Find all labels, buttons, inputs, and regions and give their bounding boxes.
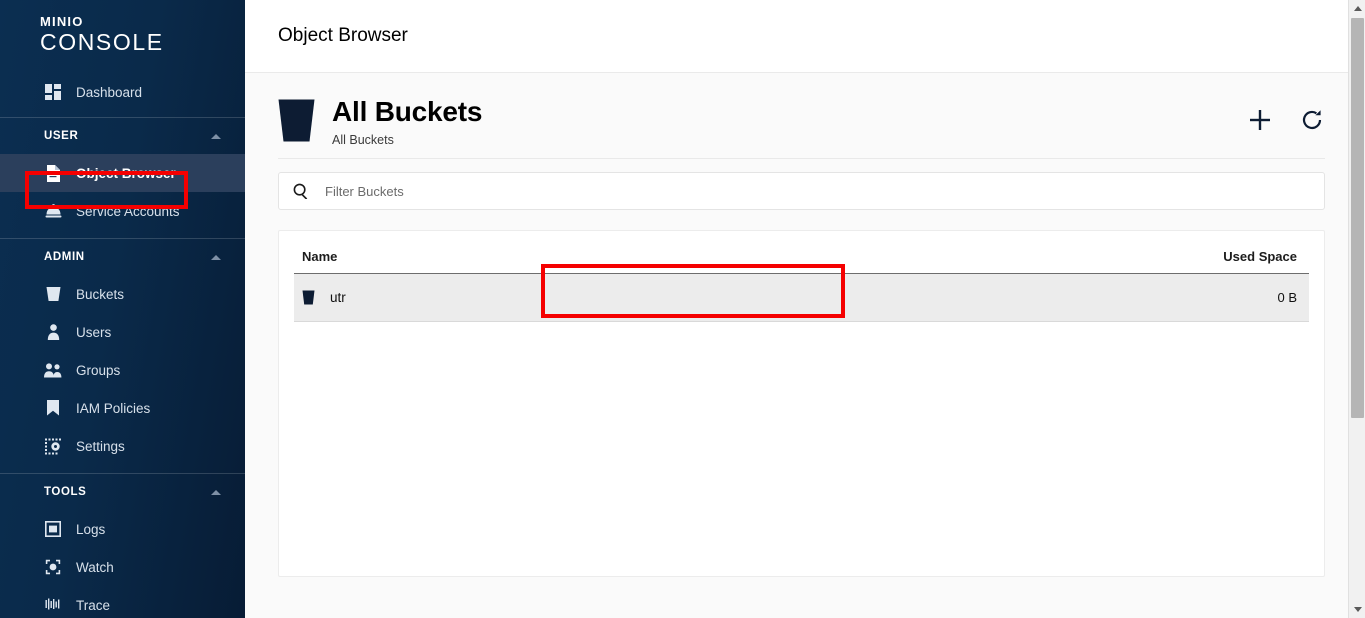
sidebar-item-logs[interactable]: Logs [0,510,245,548]
user-icon [44,323,62,341]
top-header-bar: Object Browser [245,0,1365,73]
sidebar-item-service-accounts[interactable]: Service Accounts [0,192,245,230]
sidebar-section-title: ADMIN [44,251,85,263]
sidebar-section-admin: ADMIN Buckets Users Groups IAM Policies … [0,239,245,473]
sidebar-item-label: Buckets [76,286,125,302]
sidebar-section-user: USER Object Browser Service Accounts [0,118,245,238]
buckets-table: Name Used Space utr 0 B [294,231,1309,322]
scroll-down-button[interactable] [1349,601,1365,618]
column-header-used-space[interactable]: Used Space [801,231,1309,274]
bookmark-icon [44,399,62,417]
bucket-icon [44,285,62,303]
groups-icon [44,361,62,379]
search-icon [293,183,309,199]
main-content: Object Browser All Buckets All Buckets F… [245,0,1365,618]
sidebar-item-groups[interactable]: Groups [0,351,245,389]
sidebar: MINIO CONSOLE Dashboard USER Object Brow… [0,0,245,618]
sidebar-section-header-tools[interactable]: TOOLS [0,474,245,510]
sidebar-item-dashboard[interactable]: Dashboard [0,73,245,111]
watch-target-icon [44,558,62,576]
plus-icon [1250,110,1270,130]
cell-used-space: 0 B [801,273,1309,322]
table-header: Name Used Space [294,231,1309,274]
search-input[interactable] [325,183,1310,199]
sidebar-item-label: Groups [76,362,121,378]
vertical-scrollbar[interactable] [1348,0,1365,618]
logo-minio-text: MINIO [40,14,84,29]
sidebar-item-label: Object Browser [76,165,176,181]
table-header-row: Name Used Space [294,231,1309,274]
all-buckets-title: All Buckets [332,96,483,127]
scroll-up-button[interactable] [1349,0,1365,17]
sidebar-item-label: Logs [76,521,106,537]
header-divider [278,158,1325,159]
page-header-text: All Buckets All Buckets [332,95,1247,147]
bucket-name-label: utr [330,290,346,305]
table-row[interactable]: utr 0 B [294,273,1309,322]
scrollbar-thumb[interactable] [1351,18,1364,418]
bucket-icon [278,99,315,142]
table-body: utr 0 B [294,273,1309,322]
sidebar-item-settings[interactable]: Settings [0,427,245,465]
sidebar-section-title: USER [44,130,79,142]
sidebar-item-watch[interactable]: Watch [0,548,245,586]
sidebar-item-label: Dashboard [76,84,143,100]
sidebar-item-buckets[interactable]: Buckets [0,275,245,313]
chevron-up-icon [211,133,221,139]
sidebar-section-tools: TOOLS Logs Watch Trace [0,474,245,618]
content-area: All Buckets All Buckets Filter Buckets N… [245,73,1365,577]
breadcrumb: All Buckets [332,133,394,147]
chevron-up-icon [211,254,221,260]
dashboard-icon [44,83,62,101]
sidebar-section-header-user[interactable]: USER [0,118,245,154]
page-actions [1247,107,1349,133]
gear-icon [44,437,62,455]
filter-buckets-field[interactable] [278,172,1325,210]
sidebar-item-object-browser[interactable]: Object Browser [0,154,245,192]
minio-console-app: MINIO CONSOLE Dashboard USER Object Brow… [0,0,1365,618]
sidebar-item-label: IAM Policies [76,400,151,416]
service-bell-icon [44,202,62,220]
minio-console-logo: MINIO CONSOLE [0,0,245,73]
sidebar-item-label: Service Accounts [76,203,180,219]
page-title: Object Browser [278,25,408,46]
logo-console-text: CONSOLE [40,29,164,55]
sidebar-item-label: Settings [76,438,125,454]
window-icon [44,520,62,538]
sidebar-section-title: TOOLS [44,486,87,498]
document-icon [44,164,62,182]
sidebar-item-label: Trace [76,597,111,613]
sidebar-item-iam-policies[interactable]: IAM Policies [0,389,245,427]
page-header: All Buckets All Buckets [278,73,1349,147]
triangle-down-icon [1353,607,1362,612]
sidebar-item-trace[interactable]: Trace [0,586,245,618]
bucket-icon [302,290,315,305]
sidebar-item-label: Users [76,324,112,340]
trace-icon [44,596,62,614]
sidebar-item-label: Watch [76,559,114,575]
buckets-table-panel: Name Used Space utr 0 B [278,230,1325,577]
column-header-name[interactable]: Name [294,231,802,274]
add-bucket-button[interactable] [1247,107,1273,133]
sidebar-item-users[interactable]: Users [0,313,245,351]
refresh-button[interactable] [1299,107,1325,133]
chevron-up-icon [211,489,221,495]
refresh-icon [1302,110,1322,130]
triangle-up-icon [1353,6,1362,11]
sidebar-section-header-admin[interactable]: ADMIN [0,239,245,275]
cell-bucket-name[interactable]: utr [294,273,802,322]
